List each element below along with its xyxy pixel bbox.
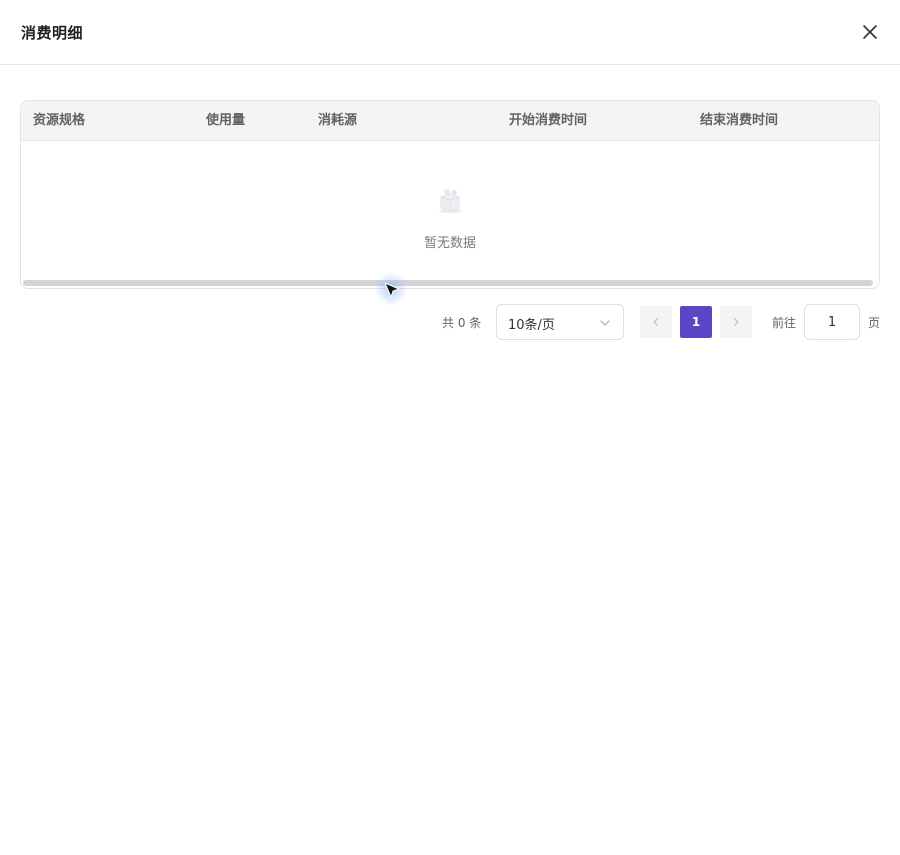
goto-suffix: 页 xyxy=(868,316,881,330)
table-header: 资源规格 使用量 消耗源 开始消费时间 结束消费时间 xyxy=(21,101,879,141)
total-count: 共 0 条 xyxy=(442,316,482,330)
consumption-table: 资源规格 使用量 消耗源 开始消费时间 结束消费时间 暂无数据 xyxy=(20,100,880,289)
page-size-select[interactable]: 10条/页 xyxy=(496,304,624,340)
page-number-button[interactable]: 1 xyxy=(680,306,712,338)
chevron-down-icon xyxy=(599,317,611,329)
empty-state-text: 暂无数据 xyxy=(423,236,476,251)
pagination: 共 0 条 10条/页 1 前往 页 xyxy=(0,304,900,340)
goto-page-input[interactable] xyxy=(804,304,860,340)
close-button[interactable] xyxy=(858,20,882,44)
dialog-header: 消费明细 xyxy=(0,0,900,65)
next-page-button[interactable] xyxy=(720,306,752,338)
prev-page-button[interactable] xyxy=(640,306,672,338)
chevron-left-icon xyxy=(653,317,659,327)
column-header-start-time[interactable]: 开始消费时间 xyxy=(509,101,587,141)
goto-label: 前往 xyxy=(772,316,797,330)
column-header-end-time[interactable]: 结束消费时间 xyxy=(700,101,778,141)
page-size-value: 10条/页 xyxy=(508,318,555,333)
empty-box-icon xyxy=(435,185,465,215)
horizontal-scrollbar[interactable] xyxy=(23,280,873,286)
consumption-detail-dialog: 消费明细 资源规格 使用量 消耗源 开始消费时间 结束消费时间 暂无数据 共 0… xyxy=(0,0,900,855)
column-header-resource-spec[interactable]: 资源规格 xyxy=(33,101,85,141)
column-header-source[interactable]: 消耗源 xyxy=(318,101,357,141)
dialog-title: 消费明细 xyxy=(21,24,84,42)
chevron-right-icon xyxy=(733,317,739,327)
close-icon xyxy=(863,25,877,39)
column-header-usage[interactable]: 使用量 xyxy=(206,101,245,141)
